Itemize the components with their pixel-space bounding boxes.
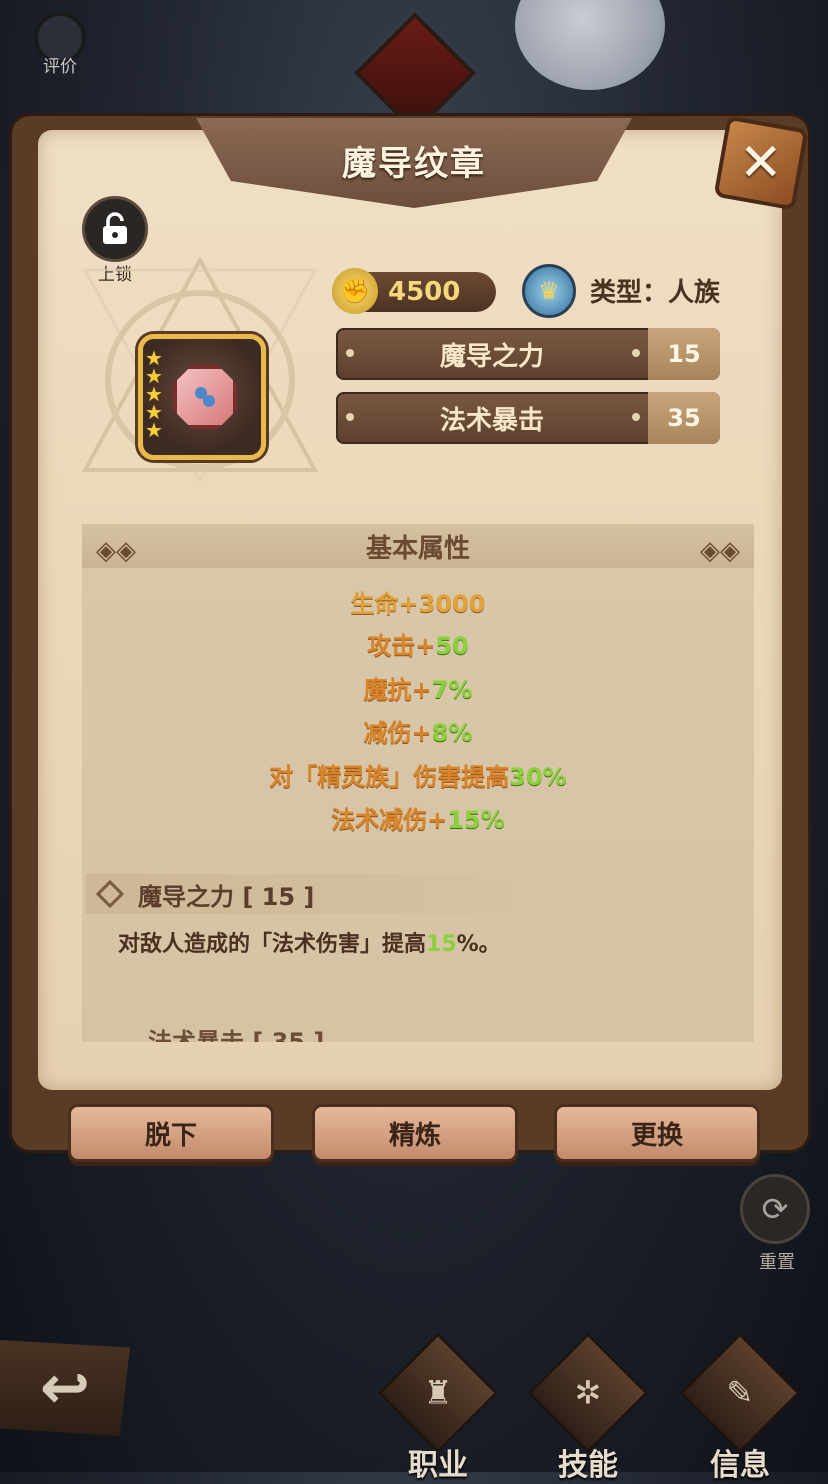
section-title: 基本属性: [365, 533, 470, 564]
info-icon: ✎: [680, 1333, 800, 1453]
nav-skill[interactable]: ✲ 技能: [528, 1333, 648, 1483]
emblem-gem-icon: [173, 365, 237, 429]
refine-button[interactable]: 精炼: [312, 1104, 518, 1162]
star-rating: ★ ★ ★ ★ ★: [145, 348, 163, 442]
close-icon: ✕: [739, 132, 783, 193]
attr-line: 对「精灵族」伤害提高30%: [269, 763, 567, 791]
star-icon: ★: [145, 418, 163, 442]
stat-row-magic-power: 魔导之力 15: [336, 328, 720, 380]
skill-title: 魔导之力 [ 15 ]: [138, 882, 315, 911]
attr-line: 攻击+50: [367, 632, 469, 660]
link-deco-icon: ◈◈: [700, 536, 740, 566]
basic-attributes-header: ◈◈ 基本属性 ◈◈: [82, 524, 754, 568]
stat-name: 法术暴击: [439, 405, 544, 436]
stat-row-spell-crit: 法术暴击 35: [336, 392, 720, 444]
attr-line: 减伤+8%: [363, 719, 473, 747]
attr-line: 法术减伤+15%: [331, 806, 505, 834]
rating-label: 评价: [43, 57, 77, 77]
emblem-item-card[interactable]: ★ ★ ★ ★ ★: [138, 334, 266, 460]
diamond-icon: [95, 879, 125, 909]
skill-icon: ✲: [528, 1333, 648, 1453]
refresh-icon: ⟳: [740, 1174, 810, 1244]
attributes-scroll-area[interactable]: 生命+3000 攻击+50 魔抗+7% 减伤+8% 对「精灵族」伤害提高30% …: [82, 568, 754, 1042]
replace-button[interactable]: 更换: [554, 1104, 760, 1162]
nav-class[interactable]: ♜ 职业: [378, 1333, 498, 1483]
stat-value: 35: [648, 392, 720, 444]
stat-name: 魔导之力: [439, 341, 544, 372]
race-type-icon: ♛: [522, 264, 576, 318]
reset-label: 重置: [759, 1252, 795, 1273]
unequip-button[interactable]: 脱下: [68, 1104, 274, 1162]
class-icon: ♜: [378, 1333, 498, 1453]
skill-header-spell-crit: 法术暴击 [ 35 ]: [86, 1024, 546, 1043]
attr-line: 魔抗+7%: [363, 676, 473, 704]
close-button[interactable]: ✕: [713, 115, 809, 211]
fist-icon: ✊: [332, 268, 378, 314]
panel-title: 魔导纹章: [342, 144, 486, 184]
moon-background: [515, 0, 665, 90]
skill-description: 对敌人造成的「法术伤害」提高15%。: [118, 932, 501, 957]
stat-value: 15: [648, 328, 720, 380]
nav-info[interactable]: ✎ 信息: [680, 1333, 800, 1483]
skill-header-magic-power: 魔导之力 [ 15 ]: [86, 874, 546, 914]
back-button[interactable]: ↩: [0, 1340, 130, 1436]
attr-line: 生命+3000: [350, 590, 486, 618]
link-deco-icon: ◈◈: [96, 536, 136, 566]
power-value: 4500: [388, 277, 461, 307]
reset-button[interactable]: ⟳ 重置: [740, 1174, 814, 1274]
skill-title: 法术暴击 [ 35 ]: [148, 1027, 325, 1043]
type-label: 类型：人族: [590, 278, 721, 308]
back-arrow-icon: ↩: [39, 1353, 91, 1423]
rating-button[interactable]: 评价: [28, 12, 92, 77]
